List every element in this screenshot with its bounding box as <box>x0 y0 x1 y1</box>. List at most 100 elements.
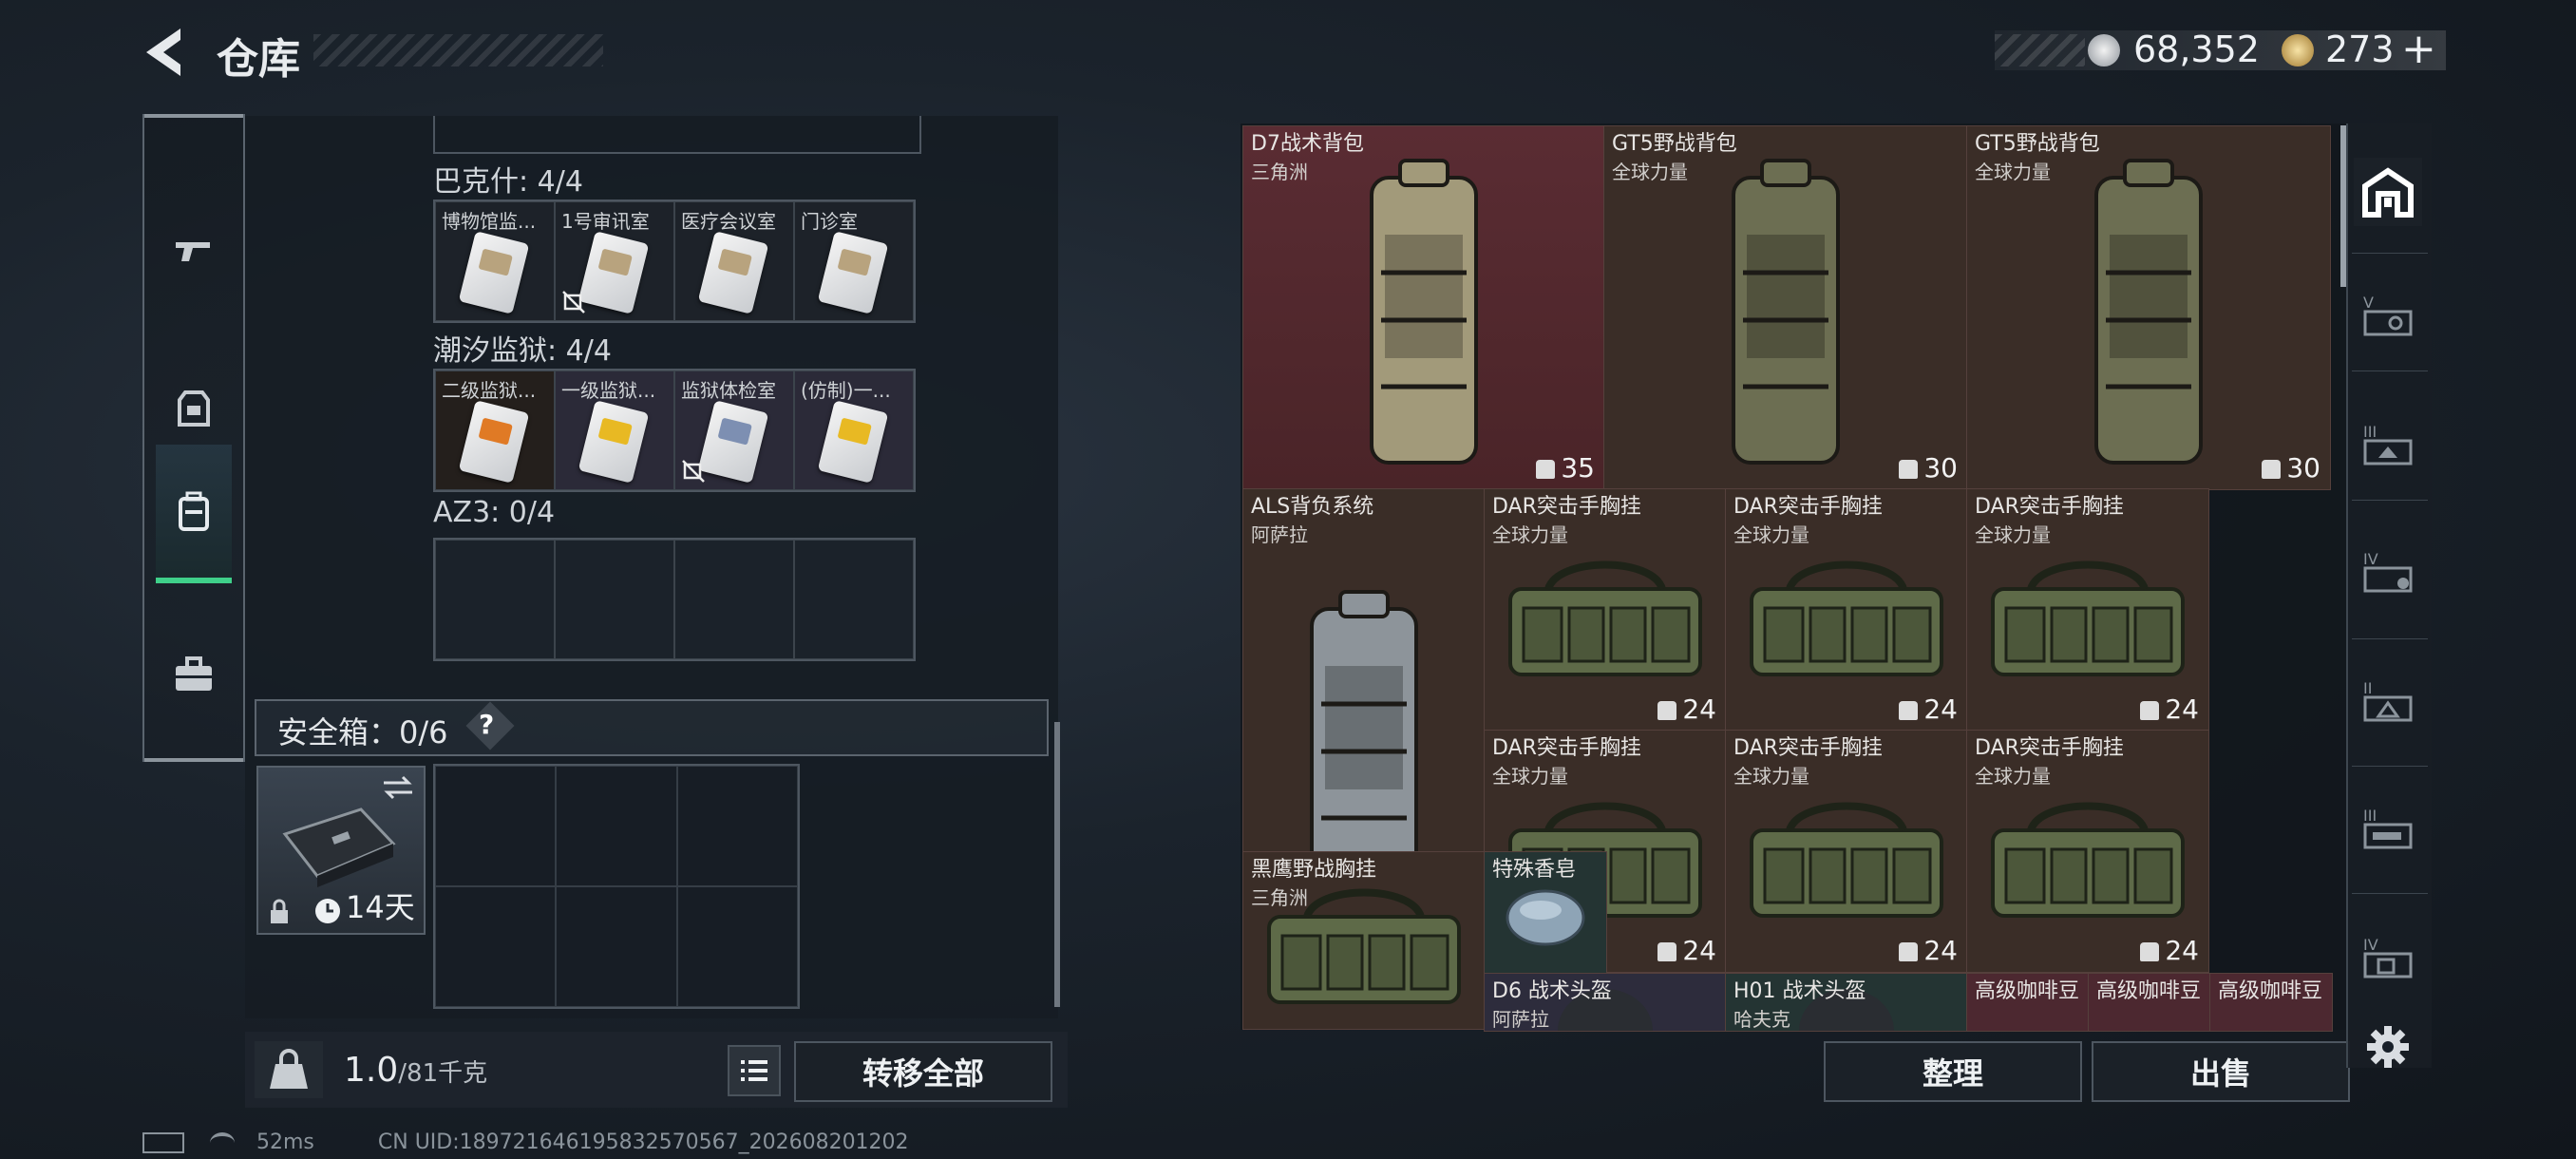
gold-coin-icon <box>2282 34 2314 66</box>
key-slot-empty[interactable] <box>674 540 794 659</box>
item-capacity: 24 <box>1899 694 1958 725</box>
svg-text:IV: IV <box>2363 550 2378 568</box>
item-capacity: 24 <box>2140 694 2199 725</box>
tab-container[interactable] <box>2354 158 2422 226</box>
tab-level-ii[interactable]: II <box>2354 667 2422 735</box>
safe-slot[interactable] <box>435 766 557 886</box>
item-origin: 三角洲 <box>1251 161 1308 183</box>
storage-item-chest-rig[interactable]: 黑鹰野战胸挂 三角洲 <box>1242 851 1486 1030</box>
key-slot[interactable]: 一级监狱... <box>555 370 674 490</box>
tab-level-iii[interactable]: III <box>2354 410 2422 479</box>
safe-slot[interactable] <box>676 766 798 886</box>
storage-item-backpack[interactable]: D7战术背包 三角洲 35 <box>1242 125 1605 490</box>
swap-icon[interactable] <box>382 775 414 800</box>
keycard-icon <box>817 231 889 314</box>
keycard-icon <box>458 231 530 314</box>
gun-icon <box>176 242 210 261</box>
svg-text:IV: IV <box>2363 936 2378 954</box>
soap-icon <box>1503 878 1588 958</box>
storage-item-coffee[interactable]: 高级咖啡豆 <box>2209 973 2333 1032</box>
settings-button[interactable] <box>2354 1013 2422 1081</box>
key-slot[interactable]: 二级监狱... <box>435 370 555 490</box>
storage-level-iv-icon: IV <box>2363 550 2413 593</box>
tab-level-iii-b[interactable]: III <box>2354 794 2422 863</box>
item-name: GT5野战背包 <box>1975 132 2100 156</box>
item-capacity: 24 <box>1899 935 1958 966</box>
key-slot-empty[interactable] <box>794 540 914 659</box>
chest-rig-icon <box>1983 792 2192 929</box>
storage-item-coffee[interactable]: 高级咖啡豆 <box>2088 973 2211 1032</box>
left-scrollbar[interactable] <box>1054 722 1060 1007</box>
storage-level-iii-b-icon: III <box>2363 807 2413 849</box>
ping-value: 52ms <box>256 1130 314 1154</box>
weight-value: 1.0/81千克 <box>344 1051 488 1090</box>
safe-slot[interactable] <box>676 886 798 1007</box>
key-grid-bakeshi: 博物馆监... 1号审讯室 医疗会议室 门诊室 <box>433 200 916 323</box>
backpack-icon <box>2068 159 2229 485</box>
item-origin: 全球力量 <box>1975 765 2051 788</box>
storage-item-helmet[interactable]: D6 战术头盔 阿萨拉 <box>1484 973 1727 1032</box>
list-icon <box>741 1060 767 1081</box>
storage-item-coffee[interactable]: 高级咖啡豆 <box>1966 973 2090 1032</box>
item-name: D7战术背包 <box>1251 132 1364 156</box>
storage-item-helmet[interactable]: H01 战术头盔 哈夫克 <box>1725 973 1968 1032</box>
safe-slot[interactable] <box>556 886 677 1007</box>
safe-slot[interactable] <box>556 766 677 886</box>
storage-item-chest-rig[interactable]: DAR突击手胸挂 全球力量 24 <box>1725 730 1968 973</box>
item-name: DAR突击手胸挂 <box>1492 495 1641 519</box>
item-origin: 全球力量 <box>1492 765 1568 788</box>
item-capacity: 30 <box>1899 452 1958 484</box>
no-copy-icon <box>562 291 585 314</box>
item-name: 特殊香皂 <box>1492 858 1577 882</box>
storage-item-backpack[interactable]: GT5野战背包 全球力量 30 <box>1966 125 2331 490</box>
item-origin: 哈夫克 <box>1733 1008 1790 1031</box>
tab-level-iv[interactable]: IV <box>2354 538 2422 606</box>
capacity-icon <box>1899 942 1919 961</box>
list-view-button[interactable] <box>728 1045 781 1096</box>
key-slot[interactable]: (仿制)一... <box>794 370 914 490</box>
safe-box-duration: 14天 <box>346 889 415 925</box>
organize-button[interactable]: 整理 <box>1824 1041 2082 1102</box>
wifi-icon <box>210 1132 235 1153</box>
tab-level-v[interactable]: V <box>2354 281 2422 350</box>
item-name: DAR突击手胸挂 <box>1733 495 1883 519</box>
storage-item-chest-rig[interactable]: DAR突击手胸挂 全球力量 24 <box>1484 488 1727 732</box>
storage-item-backpack[interactable]: GT5野战背包 全球力量 30 <box>1603 125 1968 490</box>
briefcase-icon <box>176 656 212 691</box>
keycard-icon <box>697 231 769 314</box>
safe-slot[interactable] <box>435 886 557 1007</box>
key-section-above <box>433 116 921 154</box>
transfer-all-button[interactable]: 转移全部 <box>794 1041 1052 1102</box>
item-name: GT5野战背包 <box>1612 132 1737 156</box>
tab-weapons[interactable] <box>156 184 232 317</box>
tab-case[interactable] <box>156 608 232 741</box>
back-arrow-icon[interactable] <box>142 27 190 78</box>
key-slot[interactable]: 监狱体检室 <box>674 370 794 490</box>
storage-item-soap[interactable]: 特殊香皂 <box>1484 851 1607 975</box>
item-capacity: 35 <box>1536 452 1595 484</box>
category-tabs <box>142 114 245 762</box>
key-slot-empty[interactable] <box>555 540 674 659</box>
status-bar: 52ms CN UID:18972164619583257056​7_20260… <box>142 1130 909 1154</box>
storage-grid: D7战术背包 三角洲 35 GT5野战背包 全球力量 30 GT5野战背包 全球力量 30 ALS… <box>1242 125 2333 1032</box>
tab-backpack[interactable] <box>156 445 232 583</box>
sell-button[interactable]: 出售 <box>2092 1041 2350 1102</box>
key-slot[interactable]: 医疗会议室 <box>674 201 794 321</box>
storage-item-chest-rig[interactable]: DAR突击手胸挂 全球力量 24 <box>1725 488 1968 732</box>
safe-box-item[interactable]: 14天 <box>256 766 426 935</box>
item-name: DAR突击手胸挂 <box>1975 495 2124 519</box>
key-slot[interactable]: 1号审讯室 <box>555 201 674 321</box>
storage-item-chest-rig[interactable]: DAR突击手胸挂 全球力量 24 <box>1966 488 2209 732</box>
item-origin: 全球力量 <box>1975 161 2051 183</box>
add-currency-button[interactable]: + <box>2401 25 2436 73</box>
container-icon <box>2362 167 2414 218</box>
key-slot[interactable]: 门诊室 <box>794 201 914 321</box>
key-slot[interactable]: 博物馆监... <box>435 201 555 321</box>
storage-item-chest-rig[interactable]: DAR突击手胸挂 全球力量 24 <box>1966 730 2209 973</box>
backpack-icon <box>179 491 209 531</box>
tab-level-iv-b[interactable]: IV <box>2354 923 2422 992</box>
item-capacity: 24 <box>1657 694 1716 725</box>
key-slot-empty[interactable] <box>435 540 555 659</box>
item-name: 高级咖啡豆 <box>2096 979 2202 1003</box>
item-name: D6 战术头盔 <box>1492 979 1612 1003</box>
